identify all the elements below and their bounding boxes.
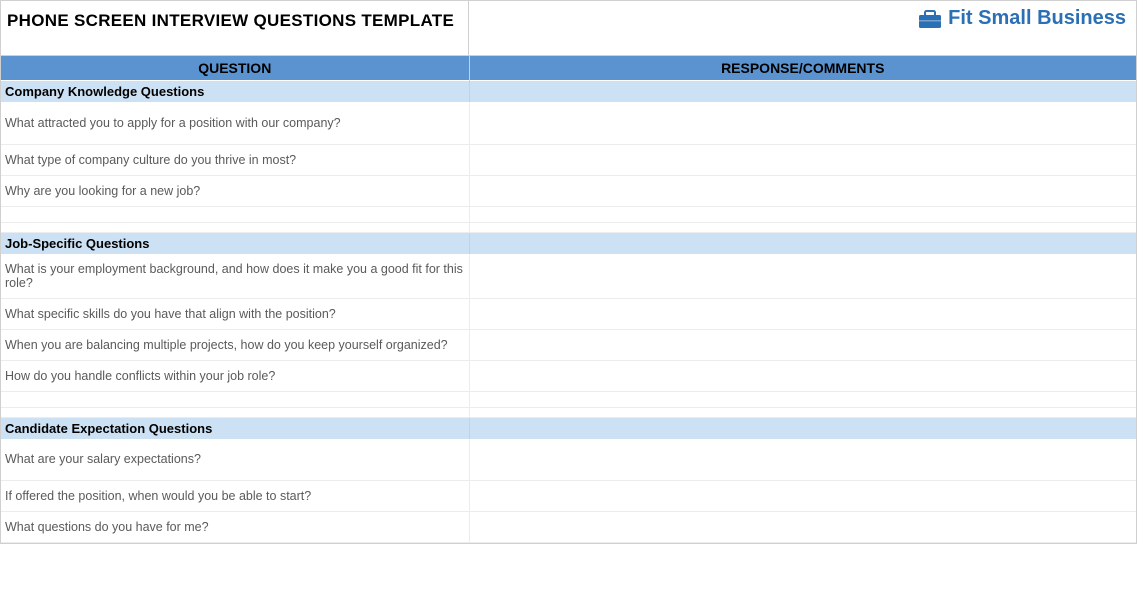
questions-table: QUESTION RESPONSE/COMMENTS Company Knowl… [1,56,1136,543]
question-text: When you are balancing multiple projects… [1,329,469,360]
response-cell[interactable] [469,329,1136,360]
question-text: What questions do you have for me? [1,512,469,543]
section-title: Job-Specific Questions [1,232,469,254]
question-text: What specific skills do you have that al… [1,298,469,329]
section-title: Company Knowledge Questions [1,81,469,103]
question-text: If offered the position, when would you … [1,481,469,512]
question-row: How do you handle conflicts within your … [1,360,1136,391]
question-text: What type of company culture do you thri… [1,144,469,175]
question-row: What attracted you to apply for a positi… [1,102,1136,144]
question-row: Why are you looking for a new job? [1,175,1136,206]
brand-logo: Fit Small Business [918,7,1126,30]
question-row: What are your salary expectations? [1,439,1136,481]
question-text: What attracted you to apply for a positi… [1,102,469,144]
question-text: Why are you looking for a new job? [1,175,469,206]
question-row: What type of company culture do you thri… [1,144,1136,175]
response-cell[interactable] [469,254,1136,299]
response-cell[interactable] [469,439,1136,481]
question-row: When you are balancing multiple projects… [1,329,1136,360]
spacer-row [1,206,1136,222]
spacer-row [1,391,1136,407]
header-response: RESPONSE/COMMENTS [469,56,1136,81]
question-text: How do you handle conflicts within your … [1,360,469,391]
section-header: Candidate Expectation Questions [1,417,1136,439]
section-title: Candidate Expectation Questions [1,417,469,439]
briefcase-icon [918,9,942,29]
question-row: What specific skills do you have that al… [1,298,1136,329]
question-row: What questions do you have for me? [1,512,1136,543]
response-cell[interactable] [469,144,1136,175]
question-text: What are your salary expectations? [1,439,469,481]
spacer-row [1,407,1136,417]
template-sheet: PHONE SCREEN INTERVIEW QUESTIONS TEMPLAT… [0,0,1137,544]
section-header: Company Knowledge Questions [1,81,1136,103]
header-question: QUESTION [1,56,469,81]
table-header-row: QUESTION RESPONSE/COMMENTS [1,56,1136,81]
response-cell[interactable] [469,360,1136,391]
section-header: Job-Specific Questions [1,232,1136,254]
section-spacer [469,81,1136,103]
page-title: PHONE SCREEN INTERVIEW QUESTIONS TEMPLAT… [1,1,469,55]
response-cell[interactable] [469,175,1136,206]
title-row: PHONE SCREEN INTERVIEW QUESTIONS TEMPLAT… [1,1,1136,56]
response-cell[interactable] [469,298,1136,329]
spacer-row [1,222,1136,232]
question-row: What is your employment background, and … [1,254,1136,299]
section-spacer [469,232,1136,254]
logo-cell: Fit Small Business [469,1,1136,55]
response-cell[interactable] [469,512,1136,543]
response-cell[interactable] [469,102,1136,144]
section-spacer [469,417,1136,439]
question-row: If offered the position, when would you … [1,481,1136,512]
question-text: What is your employment background, and … [1,254,469,299]
response-cell[interactable] [469,481,1136,512]
brand-logo-text: Fit Small Business [948,7,1126,30]
